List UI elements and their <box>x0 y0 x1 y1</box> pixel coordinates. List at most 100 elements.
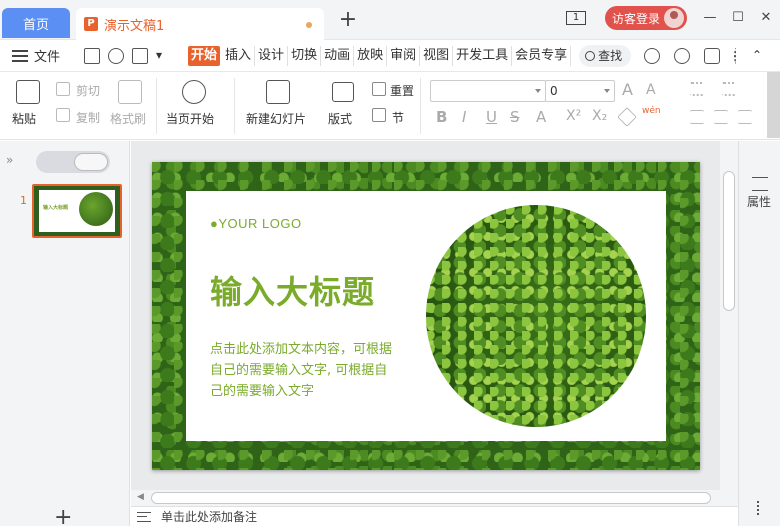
presentation-icon: P <box>84 17 98 31</box>
share-icon[interactable] <box>704 48 720 64</box>
document-tab[interactable]: P 演示文稿1 <box>76 8 324 40</box>
close-button[interactable]: ✕ <box>756 8 776 28</box>
notes-icon <box>137 511 151 522</box>
copy-icon[interactable] <box>56 108 70 122</box>
file-menu[interactable]: 文件 <box>34 46 60 65</box>
paste-button[interactable]: 粘贴 <box>12 110 36 127</box>
format-painter-icon[interactable] <box>118 80 142 104</box>
font-size-select[interactable]: 0 <box>545 80 615 102</box>
cut-icon[interactable] <box>56 82 70 96</box>
ribbon-toolbar: 粘贴 剪切 复制 格式刷 当页开始 新建幻灯片 版式 重置 节 0 A A B … <box>0 72 780 140</box>
italic-button[interactable]: I <box>462 108 466 126</box>
collaborate-icon[interactable] <box>674 48 690 64</box>
layout-button[interactable]: 版式 <box>328 110 352 127</box>
vertical-scroll-thumb[interactable] <box>723 171 735 311</box>
undo-icon[interactable] <box>108 47 125 64</box>
copy-button[interactable]: 复制 <box>76 109 100 126</box>
properties-button[interactable]: 属性 <box>747 193 771 210</box>
avatar-icon <box>664 8 684 28</box>
tab-8[interactable]: 开发工具 <box>453 45 513 66</box>
tab-1[interactable]: 插入 <box>222 45 256 66</box>
ribbon-divider <box>234 78 235 134</box>
play-icon[interactable] <box>182 80 206 104</box>
tab-2[interactable]: 设计 <box>255 45 289 66</box>
play-current-button[interactable]: 当页开始 <box>166 110 214 127</box>
align-center-icon[interactable] <box>714 110 728 124</box>
cut-button[interactable]: 剪切 <box>76 82 100 99</box>
add-slide-button[interactable]: + <box>54 505 72 526</box>
new-slide-icon[interactable] <box>266 80 290 104</box>
horizontal-scrollbar[interactable]: ◀ <box>131 490 738 506</box>
ribbon-scroll-button[interactable] <box>767 72 780 138</box>
increase-font-icon[interactable]: A <box>622 80 633 99</box>
cloud-sync-icon[interactable] <box>644 48 660 64</box>
format-painter-button[interactable]: 格式刷 <box>110 110 146 127</box>
eraser-icon[interactable] <box>617 107 637 127</box>
tab-9[interactable]: 会员专享 <box>512 45 572 66</box>
align-left-icon[interactable] <box>690 110 704 124</box>
reset-button[interactable]: 重置 <box>390 82 414 99</box>
numbered-list-icon[interactable] <box>722 82 736 96</box>
strikethrough-button[interactable]: S <box>510 108 520 126</box>
print-icon[interactable] <box>132 47 149 64</box>
notes-bar[interactable]: 单击此处添加备注 <box>131 506 738 526</box>
slide-title[interactable]: 输入大标题 <box>210 267 375 313</box>
section-icon[interactable] <box>372 108 386 122</box>
paste-icon[interactable] <box>16 80 40 104</box>
tab-0[interactable]: 开始 <box>188 45 221 66</box>
window-count-icon[interactable]: 1 <box>566 11 586 25</box>
minimize-button[interactable]: — <box>700 8 720 28</box>
scroll-left-icon[interactable]: ◀ <box>137 492 144 502</box>
section-button[interactable]: 节 <box>392 109 404 126</box>
bullet-list-icon[interactable] <box>690 82 704 96</box>
decrease-font-icon[interactable]: A <box>646 82 656 98</box>
thumbnail-view-icon[interactable] <box>74 153 108 171</box>
tab-6[interactable]: 审阅 <box>387 45 421 66</box>
tab-3[interactable]: 切换 <box>288 45 322 66</box>
underline-button[interactable]: U <box>486 108 497 126</box>
font-color-button[interactable]: A <box>536 108 546 126</box>
subscript-button[interactable]: X₂ <box>592 108 607 124</box>
pinyin-button[interactable]: wén <box>642 106 661 116</box>
tab-5[interactable]: 放映 <box>354 45 388 66</box>
unsaved-dot-icon <box>306 22 312 28</box>
more-icon[interactable] <box>757 501 761 515</box>
leaves-image[interactable] <box>426 205 646 427</box>
view-toggle[interactable] <box>36 151 110 173</box>
align-right-icon[interactable] <box>738 110 752 124</box>
new-slide-button[interactable]: 新建幻灯片 <box>246 110 306 127</box>
collapse-ribbon-icon[interactable]: ⌃ <box>752 48 768 64</box>
chevron-down-icon <box>535 89 541 93</box>
visitor-login-button[interactable]: 访客登录 <box>605 6 687 30</box>
outline-view-icon[interactable] <box>38 153 72 171</box>
collapse-panel-icon[interactable]: » <box>6 153 13 167</box>
more-icon[interactable] <box>734 48 738 64</box>
document-tab-title: 演示文稿1 <box>104 18 165 34</box>
new-tab-button[interactable]: + <box>338 9 358 31</box>
slide-logo-text[interactable]: ●YOUR LOGO <box>210 216 302 231</box>
bold-button[interactable]: B <box>436 108 447 126</box>
font-size-value: 0 <box>550 84 558 98</box>
superscript-button[interactable]: X² <box>566 108 581 124</box>
maximize-button[interactable]: ☐ <box>728 8 748 28</box>
properties-icon[interactable] <box>752 177 768 191</box>
font-name-select[interactable] <box>430 80 546 102</box>
hamburger-menu-icon[interactable] <box>12 49 28 62</box>
reset-icon[interactable] <box>372 82 386 96</box>
menu-bar: 文件 ▾ 开始 插入 设计 切换 动画 放映 审阅 视图 开发工具 会员专享 查找 ⌃ <box>0 40 780 72</box>
slide-body-text[interactable]: 点击此处添加文本内容，可根据自己的需要输入文字, 可根据自己的需要输入文字 <box>210 339 400 402</box>
horizontal-scroll-thumb[interactable] <box>151 492 711 504</box>
chevron-down-icon[interactable]: ▾ <box>156 48 166 64</box>
save-icon[interactable] <box>84 47 101 64</box>
notes-placeholder[interactable]: 单击此处添加备注 <box>161 508 257 525</box>
search-button[interactable]: 查找 <box>579 44 632 67</box>
slide[interactable]: ●YOUR LOGO 输入大标题 点击此处添加文本内容，可根据自己的需要输入文字… <box>152 162 700 470</box>
right-side-panel: 属性 <box>738 141 780 526</box>
tab-7[interactable]: 视图 <box>420 45 454 66</box>
tab-4[interactable]: 动画 <box>321 45 355 66</box>
search-icon <box>585 50 596 61</box>
home-tab[interactable]: 首页 <box>2 8 70 38</box>
vertical-scrollbar[interactable] <box>720 141 738 493</box>
slide-thumbnail[interactable]: 输入大标题 <box>32 184 122 238</box>
layout-icon[interactable] <box>332 82 354 102</box>
